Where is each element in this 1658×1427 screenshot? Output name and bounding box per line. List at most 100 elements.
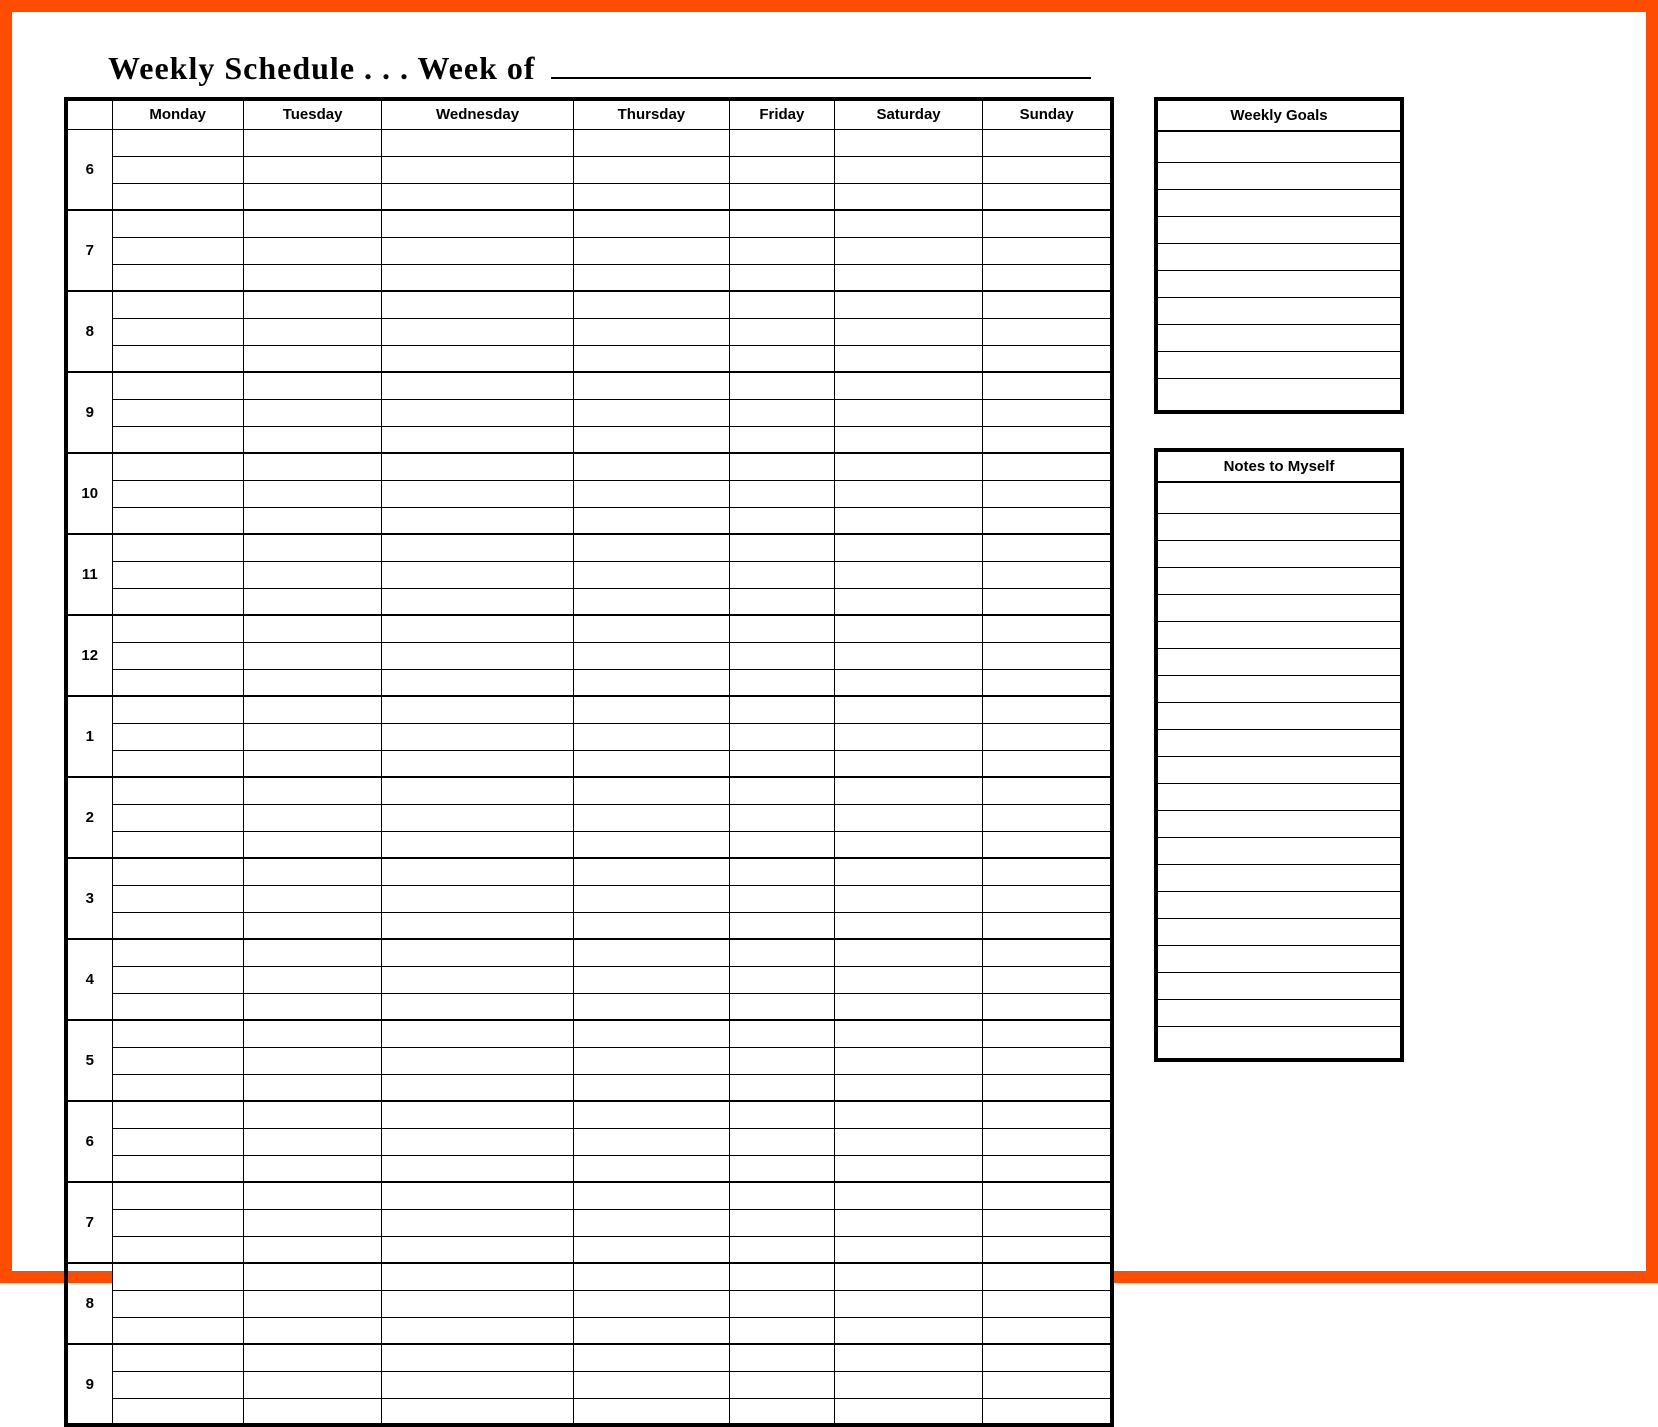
schedule-cell[interactable] xyxy=(243,615,381,642)
schedule-cell[interactable] xyxy=(729,156,834,183)
note-line[interactable] xyxy=(1158,730,1400,757)
schedule-cell[interactable] xyxy=(834,750,983,777)
schedule-cell[interactable] xyxy=(983,426,1112,453)
schedule-cell[interactable] xyxy=(573,588,729,615)
schedule-cell[interactable] xyxy=(729,426,834,453)
schedule-cell[interactable] xyxy=(573,831,729,858)
schedule-cell[interactable] xyxy=(834,1398,983,1425)
schedule-cell[interactable] xyxy=(983,534,1112,561)
schedule-cell[interactable] xyxy=(983,291,1112,318)
schedule-cell[interactable] xyxy=(112,237,243,264)
schedule-cell[interactable] xyxy=(729,885,834,912)
schedule-cell[interactable] xyxy=(112,993,243,1020)
schedule-cell[interactable] xyxy=(573,1209,729,1236)
schedule-cell[interactable] xyxy=(382,1398,574,1425)
schedule-cell[interactable] xyxy=(382,1155,574,1182)
goal-line[interactable] xyxy=(1158,298,1400,325)
schedule-cell[interactable] xyxy=(243,696,381,723)
schedule-cell[interactable] xyxy=(729,804,834,831)
schedule-cell[interactable] xyxy=(983,1047,1112,1074)
schedule-cell[interactable] xyxy=(243,426,381,453)
schedule-cell[interactable] xyxy=(382,183,574,210)
schedule-cell[interactable] xyxy=(729,480,834,507)
schedule-cell[interactable] xyxy=(112,291,243,318)
schedule-cell[interactable] xyxy=(729,723,834,750)
schedule-cell[interactable] xyxy=(834,993,983,1020)
schedule-cell[interactable] xyxy=(983,345,1112,372)
schedule-cell[interactable] xyxy=(729,1101,834,1128)
schedule-cell[interactable] xyxy=(729,1317,834,1344)
schedule-cell[interactable] xyxy=(382,1317,574,1344)
schedule-cell[interactable] xyxy=(243,291,381,318)
schedule-cell[interactable] xyxy=(243,264,381,291)
schedule-cell[interactable] xyxy=(573,561,729,588)
note-line[interactable] xyxy=(1158,595,1400,622)
schedule-cell[interactable] xyxy=(573,534,729,561)
schedule-cell[interactable] xyxy=(983,723,1112,750)
schedule-cell[interactable] xyxy=(834,210,983,237)
schedule-cell[interactable] xyxy=(729,1074,834,1101)
schedule-cell[interactable] xyxy=(834,1290,983,1317)
schedule-cell[interactable] xyxy=(112,1371,243,1398)
schedule-cell[interactable] xyxy=(729,291,834,318)
schedule-cell[interactable] xyxy=(243,507,381,534)
schedule-cell[interactable] xyxy=(573,723,729,750)
goal-line[interactable] xyxy=(1158,244,1400,271)
schedule-cell[interactable] xyxy=(729,1236,834,1263)
schedule-cell[interactable] xyxy=(112,561,243,588)
schedule-cell[interactable] xyxy=(834,183,983,210)
schedule-cell[interactable] xyxy=(573,1074,729,1101)
schedule-cell[interactable] xyxy=(112,723,243,750)
schedule-cell[interactable] xyxy=(983,831,1112,858)
schedule-cell[interactable] xyxy=(112,264,243,291)
schedule-cell[interactable] xyxy=(382,1263,574,1290)
schedule-cell[interactable] xyxy=(834,1371,983,1398)
schedule-cell[interactable] xyxy=(112,534,243,561)
goal-line[interactable] xyxy=(1158,325,1400,352)
goal-line[interactable] xyxy=(1158,136,1400,163)
schedule-cell[interactable] xyxy=(112,1101,243,1128)
schedule-cell[interactable] xyxy=(983,183,1112,210)
schedule-cell[interactable] xyxy=(112,1317,243,1344)
schedule-cell[interactable] xyxy=(382,1128,574,1155)
schedule-cell[interactable] xyxy=(834,237,983,264)
schedule-cell[interactable] xyxy=(729,939,834,966)
schedule-cell[interactable] xyxy=(983,669,1112,696)
schedule-cell[interactable] xyxy=(573,750,729,777)
schedule-cell[interactable] xyxy=(983,885,1112,912)
goal-line[interactable] xyxy=(1158,271,1400,298)
schedule-cell[interactable] xyxy=(983,1182,1112,1209)
schedule-cell[interactable] xyxy=(573,507,729,534)
schedule-cell[interactable] xyxy=(983,1074,1112,1101)
schedule-cell[interactable] xyxy=(573,993,729,1020)
schedule-cell[interactable] xyxy=(834,1344,983,1371)
schedule-cell[interactable] xyxy=(243,642,381,669)
schedule-cell[interactable] xyxy=(382,642,574,669)
schedule-cell[interactable] xyxy=(983,696,1112,723)
schedule-cell[interactable] xyxy=(573,642,729,669)
schedule-cell[interactable] xyxy=(834,1263,983,1290)
schedule-cell[interactable] xyxy=(834,1236,983,1263)
schedule-cell[interactable] xyxy=(243,1263,381,1290)
schedule-cell[interactable] xyxy=(382,1020,574,1047)
schedule-cell[interactable] xyxy=(573,966,729,993)
schedule-cell[interactable] xyxy=(243,1128,381,1155)
schedule-cell[interactable] xyxy=(983,1236,1112,1263)
schedule-cell[interactable] xyxy=(243,1047,381,1074)
schedule-cell[interactable] xyxy=(573,345,729,372)
schedule-cell[interactable] xyxy=(112,129,243,156)
schedule-cell[interactable] xyxy=(834,345,983,372)
schedule-cell[interactable] xyxy=(729,912,834,939)
schedule-cell[interactable] xyxy=(729,129,834,156)
schedule-cell[interactable] xyxy=(112,453,243,480)
goal-line[interactable] xyxy=(1158,163,1400,190)
schedule-cell[interactable] xyxy=(243,1317,381,1344)
schedule-cell[interactable] xyxy=(573,399,729,426)
schedule-cell[interactable] xyxy=(573,912,729,939)
schedule-cell[interactable] xyxy=(382,885,574,912)
schedule-cell[interactable] xyxy=(243,993,381,1020)
schedule-cell[interactable] xyxy=(112,399,243,426)
goal-line[interactable] xyxy=(1158,217,1400,244)
schedule-cell[interactable] xyxy=(382,1371,574,1398)
note-line[interactable] xyxy=(1158,541,1400,568)
